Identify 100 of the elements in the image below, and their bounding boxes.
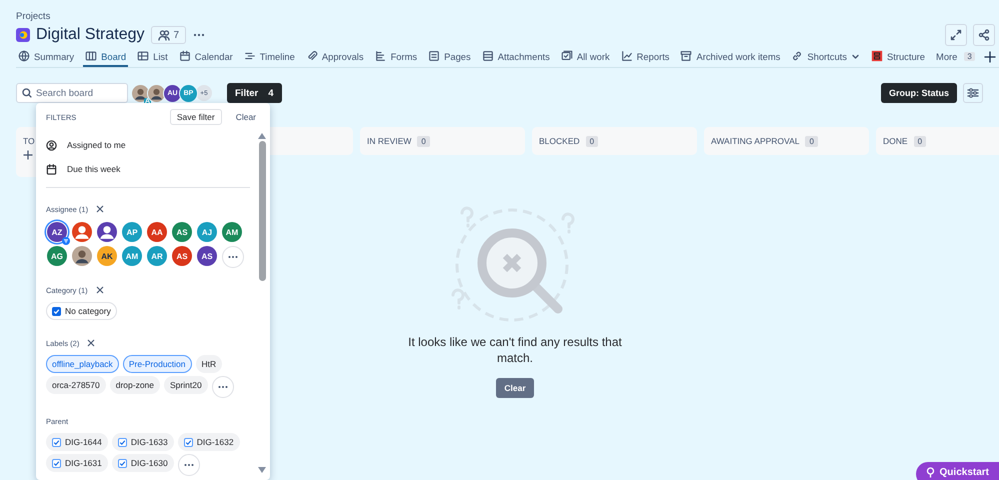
column-title: IN REVIEW xyxy=(367,136,412,146)
tab[interactable]: Pages xyxy=(426,47,473,67)
view-settings-button[interactable] xyxy=(963,83,983,103)
assignee-avatar[interactable] xyxy=(72,246,92,266)
group-by-button[interactable]: Group: Status xyxy=(881,83,957,103)
person-icon xyxy=(46,140,57,150)
assignee-avatar[interactable]: AS xyxy=(172,246,192,266)
form-icon xyxy=(374,50,387,62)
members-button[interactable]: 7 xyxy=(150,26,186,44)
scrollbar-thumb[interactable] xyxy=(258,141,266,281)
label-chip[interactable]: Pre-Production xyxy=(122,355,192,373)
column-title: AWAITING APPROVAL xyxy=(711,136,800,146)
assignee-avatar[interactable]: AA xyxy=(147,222,167,242)
clear-button[interactable]: Clear xyxy=(496,378,534,398)
expand-button[interactable] xyxy=(945,24,967,46)
count-badge: 0 xyxy=(586,136,598,146)
clear-button[interactable]: Clear xyxy=(230,111,262,123)
label-chip[interactable]: offline_playback xyxy=(46,355,119,373)
check-icon xyxy=(53,308,60,314)
tab[interactable]: Timeline xyxy=(242,47,297,67)
checkbox[interactable] xyxy=(184,438,193,446)
tab[interactable]: Forms xyxy=(372,47,420,67)
label-chip[interactable]: drop-zone xyxy=(110,376,160,394)
tab[interactable]: Board xyxy=(83,47,128,67)
checkbox[interactable] xyxy=(118,438,127,446)
checkbox[interactable] xyxy=(118,458,127,468)
project-title: Digital Strategy xyxy=(36,26,144,44)
sliders-icon xyxy=(967,87,979,99)
quick-filter-item[interactable]: Assigned to me xyxy=(46,133,250,157)
parent-option[interactable]: DIG-1631 xyxy=(46,454,108,472)
check-icon xyxy=(118,438,126,446)
assignee-avatar[interactable]: AK xyxy=(97,246,117,266)
filter-button[interactable]: Filter 4 xyxy=(227,83,282,103)
check-icon xyxy=(118,460,126,466)
search-icon xyxy=(22,88,32,98)
checkbox[interactable] xyxy=(52,438,61,446)
count-badge: 0 xyxy=(805,136,818,146)
tab[interactable]: Approvals xyxy=(304,47,366,67)
parent-option[interactable]: DIG-1633 xyxy=(112,433,174,451)
paperclip-icon xyxy=(306,50,318,62)
breadcrumb-link[interactable]: Projects xyxy=(16,10,50,24)
filter-count: 4 xyxy=(268,88,274,98)
more-icon xyxy=(228,255,238,259)
remove-icon[interactable] xyxy=(87,339,96,347)
assignee-avatar[interactable] xyxy=(97,222,117,242)
assignee-avatar[interactable] xyxy=(72,222,92,242)
assignee-avatar[interactable]: AG xyxy=(47,246,67,266)
structure-icon xyxy=(870,50,883,62)
tab[interactable]: Calendar xyxy=(176,47,235,67)
timeline-icon xyxy=(244,50,256,62)
parent-option[interactable]: DIG-1644 xyxy=(46,433,108,451)
list-icon xyxy=(482,50,494,62)
check-icon xyxy=(53,438,60,446)
search-field[interactable]: Search board xyxy=(16,83,128,103)
avatar[interactable] xyxy=(132,84,149,102)
tab[interactable]: Archived work items xyxy=(678,47,782,67)
remove-icon[interactable] xyxy=(96,286,104,294)
category-option[interactable]: No category xyxy=(46,302,117,320)
tab[interactable]: More 3 xyxy=(934,47,977,67)
column-title: BLOCKED xyxy=(539,136,580,146)
scroll-down-icon[interactable] xyxy=(258,467,266,473)
more-icon xyxy=(184,463,194,467)
quickstart-button[interactable]: Quickstart xyxy=(916,462,999,480)
more-icon xyxy=(218,385,228,389)
tab[interactable]: Reports xyxy=(618,47,672,67)
label-chip[interactable]: HtR xyxy=(196,355,222,373)
check-icon xyxy=(184,438,192,446)
add-icon[interactable] xyxy=(984,51,996,63)
label-chip[interactable]: Sprint20 xyxy=(164,376,208,394)
empty-message: It looks like we can't find any results that match. xyxy=(407,335,623,366)
parent-option[interactable]: DIG-1630 xyxy=(112,454,174,472)
table-icon xyxy=(137,50,150,62)
label-chip[interactable]: orca-278570 xyxy=(46,376,106,394)
remove-icon[interactable] xyxy=(96,205,104,213)
count-badge: 0 xyxy=(417,136,430,146)
tab[interactable]: All work xyxy=(558,47,612,67)
tab[interactable]: List xyxy=(135,47,170,67)
link-icon xyxy=(791,50,804,62)
page-icon xyxy=(428,50,440,62)
tab[interactable]: Structure xyxy=(868,47,928,67)
scroll-up-icon[interactable] xyxy=(258,133,266,139)
tab[interactable]: Shortcuts xyxy=(789,47,862,67)
checkbox[interactable] xyxy=(52,458,61,468)
assignee-avatar[interactable]: AS xyxy=(197,246,217,266)
parent-option[interactable]: DIG-1632 xyxy=(178,433,240,451)
avatar[interactable] xyxy=(148,84,165,102)
assignee-avatar[interactable]: AS xyxy=(172,222,192,242)
assignee-avatar[interactable]: AM xyxy=(222,222,242,242)
checkbox[interactable] xyxy=(52,306,61,316)
share-icon xyxy=(978,29,990,41)
save-filter-button[interactable]: Save filter xyxy=(170,109,222,125)
tab[interactable]: Summary xyxy=(16,47,76,67)
share-button[interactable] xyxy=(973,24,995,46)
tab[interactable]: Attachments xyxy=(480,47,552,67)
quick-filter-item[interactable]: Due this week xyxy=(46,157,250,181)
assignee-avatar[interactable]: AZ xyxy=(47,222,67,242)
people-icon xyxy=(158,29,170,41)
add-icon[interactable] xyxy=(23,150,33,160)
archive-icon xyxy=(680,50,692,62)
globe-icon xyxy=(18,50,30,62)
